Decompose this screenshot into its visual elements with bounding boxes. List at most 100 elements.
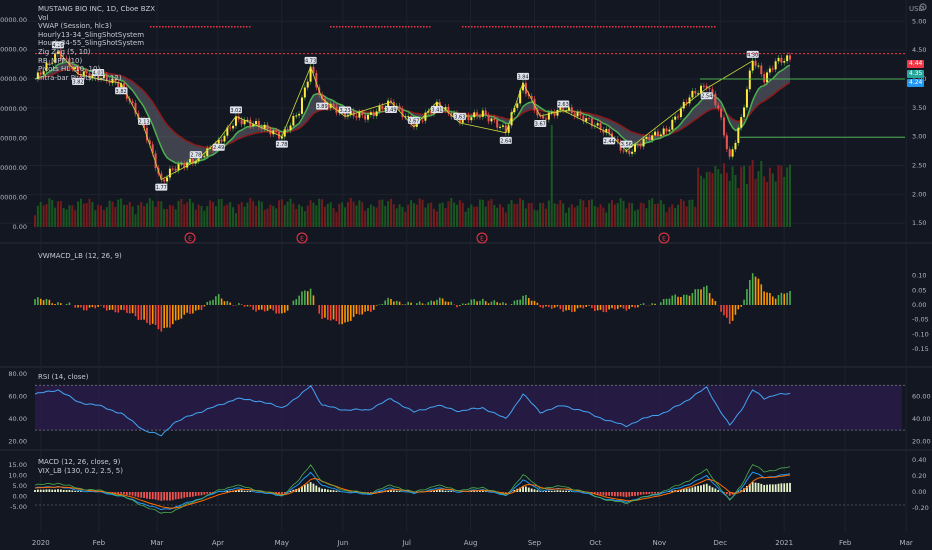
rsi-title[interactable]: RSI (14, close) [38,373,88,382]
vwmacd-bar [527,297,530,305]
signal-dot [186,26,188,28]
vwmacd-bar [77,305,79,308]
signal-dot [249,26,251,28]
vwmacd-bar [530,300,533,305]
vwmacd-title[interactable]: VWMACD_LB (12, 26, 9) [38,252,122,261]
volume-bar [338,203,341,227]
volume-bar [458,200,461,227]
candle-body [677,116,680,118]
volume-bar [263,209,266,227]
signal-dot [213,26,215,28]
signal-dot [180,26,182,28]
volume-axis-label-6: 20000.00 [0,194,27,202]
volume-bar [737,188,740,227]
signal-dot [636,26,638,28]
legend-intrabar-pivots[interactable]: Intra-bar Pivots (12, 12) [38,74,155,83]
vwmacd-bar [720,305,722,312]
volume-bar [774,181,777,227]
macd-bar [398,491,401,492]
signal-dot [654,26,656,28]
macd-bar [197,492,200,496]
volume-bar [602,207,605,227]
volume-bar [622,200,625,227]
signal-dot [198,26,200,28]
macd-bar [616,492,619,497]
chart-canvas[interactable]: 2020 Feb Mar Apr May Jun Jul Aug Sep Oct Nov Dec 202… [0,0,932,550]
volume-bar [476,206,479,227]
zigzag-label: 3.41 [431,107,442,113]
legend-vwap[interactable]: VWAP (Session, hlc3) [38,22,155,31]
volume-bar [163,208,166,227]
signal-dot [510,26,512,28]
vwmacd-bar [189,305,191,315]
macd-bar [65,489,68,492]
legend-rb-mpp[interactable]: RB_MPP (10) [38,57,155,66]
price-axis-label-5: 2.50 [912,162,926,170]
legend-zigzag[interactable]: Zig Zag (5, 10) [38,48,155,57]
vwmacd-bar [338,305,341,325]
signal-dot [201,26,203,28]
volume-bar [85,202,88,227]
earnings-label: E [480,236,484,243]
macd-title[interactable]: MACD (12, 26, close, 9) [38,458,123,467]
volume-bar [315,205,318,227]
vwmacd-histogram [34,273,791,332]
zigzag-label: 3.63 [454,114,465,120]
gear-icon[interactable] [918,2,928,12]
signal-dot [426,26,428,28]
legend-pivots-hl[interactable]: Pivots HL (10, 10) [38,65,155,74]
volume-bar [246,202,249,227]
vwmacd-bar [80,305,82,308]
legend-slingshot-34-55[interactable]: Hourly34-55_SlingShotSystem [38,39,155,48]
legend-vol[interactable]: Vol [38,14,155,23]
signal-dot [513,26,515,28]
volume-bar [51,200,54,227]
vwmacd-bar [740,305,742,307]
volume-bar [418,198,421,227]
volume-bar [605,212,608,227]
signal-dot [465,26,467,28]
candle-body [544,118,547,120]
signal-dot [486,26,488,28]
signal-dot [618,26,620,28]
volume-bar [329,202,332,227]
signal-dot [414,26,416,28]
macd-left-label-4: -5.00 [10,503,27,511]
macd-bar [335,490,338,492]
volume-bar [266,208,269,227]
rsi-legend: RSI (14, close) [38,373,88,382]
macd-bar [479,491,481,492]
volume-bar [768,167,771,227]
legend-slingshot-13-34[interactable]: Hourly13-34_SlingShotSystem [38,31,155,40]
volume-bar [183,204,186,227]
macd-bar [711,487,714,492]
zigzag-label: 3.56 [621,142,632,148]
macd-right-label-3: -0.20 [912,504,929,512]
volume-bar [450,198,453,227]
macd-bar [180,492,183,499]
signal-dot [351,26,353,28]
vwmacd-bar [177,305,180,320]
volume-bar [269,204,272,227]
macd-bar [163,492,166,501]
vwmacd-bar [680,297,682,305]
volume-bar [122,204,125,227]
vix-title[interactable]: VIX_LB (130, 0.2, 2.5, 5) [38,467,123,476]
price-axis-label-0: 5.00 [912,17,926,25]
volume-bar [303,211,306,227]
vwmacd-bar [295,299,298,305]
signal-dot [330,26,332,28]
signal-dot [162,26,164,28]
vwmacd-bar [120,305,122,310]
vwmacd-bar [367,305,369,311]
volume-bar [209,200,212,227]
vwmacd-bar [395,300,398,305]
signal-dot [555,26,557,28]
candle-body [751,60,754,71]
macd-left-label-1: 10.00 [8,472,27,480]
volume-bar [295,208,298,227]
vwmacd-bar [467,302,470,305]
macd-bar [771,484,774,492]
rsi-right-label-2: 20.00 [912,437,931,445]
vwmacd-bar [266,305,269,311]
